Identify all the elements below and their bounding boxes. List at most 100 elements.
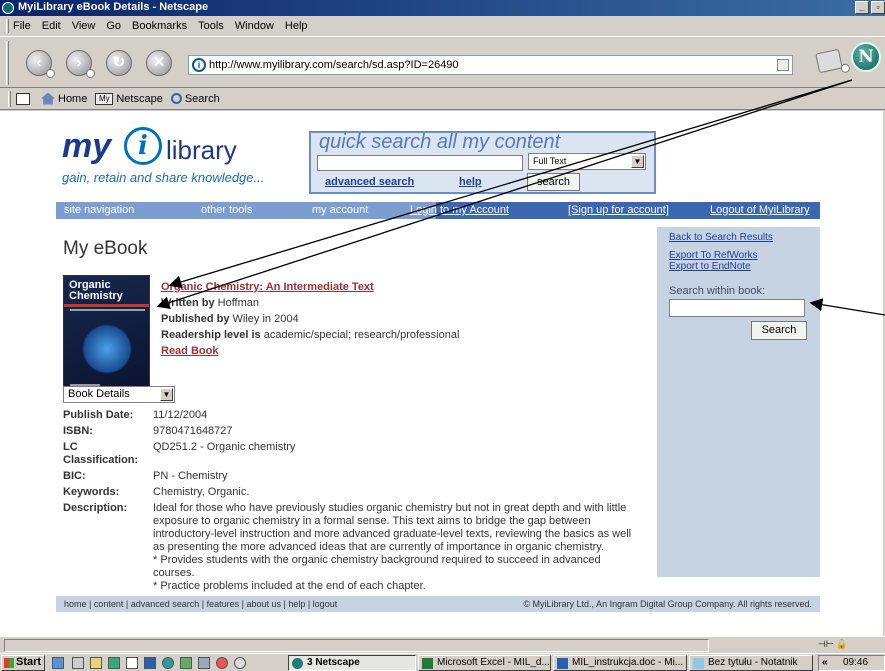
back-dropdown-icon[interactable] (46, 69, 55, 78)
quicklaunch-disk-icon[interactable] (198, 657, 210, 669)
login-link[interactable]: Login to my Account (410, 204, 509, 216)
start-button[interactable]: Start (1, 655, 45, 671)
url-dropdown-icon[interactable] (777, 59, 789, 71)
search-within-label: Search within book: (669, 285, 765, 297)
menu-window[interactable]: Window (235, 20, 274, 32)
taskbar-word-label: MIL_instrukcja.doc - Mi... (572, 657, 684, 668)
quicklaunch-desktop-icon[interactable] (72, 657, 84, 669)
other-tools-menu[interactable]: other tools (201, 204, 252, 216)
home-icon (41, 92, 55, 105)
taskbar-netscape-group[interactable]: 3 Netscape (288, 655, 416, 671)
print-dropdown-icon[interactable] (840, 62, 851, 74)
my-account-menu[interactable]: my account (312, 204, 368, 216)
new-tab-button[interactable] (16, 92, 33, 105)
description-bullet: * Provides students with the organic che… (153, 554, 601, 579)
footer-copyright: © MyiLibrary Ltd., An Ingram Digital Gro… (523, 599, 812, 609)
readership-label: Readership level is (161, 329, 261, 341)
search-within-input[interactable] (669, 299, 805, 317)
chevron-down-icon[interactable]: ▼ (160, 388, 173, 401)
toolbar-grip[interactable] (6, 41, 9, 85)
security-icon: 🔓 (836, 639, 848, 649)
help-link[interactable]: help (459, 176, 482, 188)
export-endnote-link[interactable]: Export to EndNote (669, 261, 751, 272)
quicklaunch-tool-icon[interactable] (180, 657, 192, 669)
quicklaunch-netscape-icon[interactable] (162, 657, 174, 669)
stop-button[interactable]: ✕ (146, 50, 172, 76)
forward-button[interactable]: › (66, 50, 95, 78)
forward-dropdown-icon[interactable] (86, 69, 95, 78)
right-sidebar: Back to Search Results Export To RefWork… (657, 227, 820, 577)
chevron-down-icon[interactable]: ▼ (631, 155, 644, 168)
my-netscape-icon: My (95, 92, 114, 105)
book-cover-image[interactable]: Organic Chemistry (63, 275, 150, 394)
search-scope-value: Full Text (533, 156, 567, 166)
quicklaunch-ie-icon[interactable] (52, 657, 64, 669)
netscape-app-icon (2, 2, 14, 14)
quicklaunch-media-icon[interactable] (216, 657, 228, 669)
detail-row: Publish Date: 11/12/2004 (63, 409, 633, 422)
toolbar-grip[interactable] (8, 90, 11, 107)
book-readership: academic/special; research/professional (263, 329, 460, 341)
detail-key: ISBN: (63, 425, 93, 437)
print-icon[interactable] (815, 48, 851, 74)
logo-my: my (62, 127, 112, 165)
quicklaunch-word-icon[interactable] (144, 657, 156, 669)
search-within-button[interactable]: Search (751, 321, 807, 340)
menu-edit[interactable]: Edit (42, 20, 61, 32)
quick-search-button[interactable]: search (527, 173, 580, 191)
book-info: Organic Chemistry: An Intermediate Text … (161, 279, 459, 359)
quick-search-panel: quick search all my content Full Text ▼ … (309, 131, 656, 194)
detail-value: 9780471648727 (153, 425, 233, 437)
minimize-button[interactable]: _ (855, 1, 869, 14)
detail-row: BIC: PN - Chemistry (63, 470, 633, 483)
quicklaunch-app-icon[interactable] (108, 657, 120, 669)
window-title: MyiLibrary eBook Details - Netscape (18, 1, 209, 13)
logout-link[interactable]: Logout of MyiLibrary (710, 204, 810, 216)
book-title-link[interactable]: Organic Chemistry: An Intermediate Text (161, 281, 374, 293)
signup-link[interactable]: [Sign up for account] (568, 204, 669, 216)
footer-links[interactable]: home | content | advanced search | featu… (64, 596, 337, 612)
description-bullet: * Practice problems included at the end … (153, 580, 426, 592)
menu-go[interactable]: Go (106, 20, 121, 32)
menu-help[interactable]: Help (285, 20, 308, 32)
quicklaunch-clock-icon[interactable] (234, 657, 246, 669)
maximize-button[interactable]: ▫ (871, 1, 885, 14)
netscape-logo-icon[interactable]: N (851, 42, 881, 72)
detail-value: 11/12/2004 (153, 409, 208, 421)
taskbar-excel-label: Microsoft Excel - MIL_d... (437, 657, 550, 668)
taskbar-excel[interactable]: Microsoft Excel - MIL_d... (418, 655, 551, 671)
detail-value: PN - Chemistry (153, 470, 228, 482)
site-navigation-menu[interactable]: site navigation (64, 204, 134, 216)
read-book-link[interactable]: Read Book (161, 345, 218, 357)
taskbar-word[interactable]: MIL_instrukcja.doc - Mi... (553, 655, 687, 671)
back-button[interactable]: ‹ (26, 50, 55, 78)
site-nav-bar: site navigation other tools my account L… (56, 202, 820, 219)
home-button[interactable]: Home (41, 92, 87, 105)
taskbar-notepad[interactable]: Bez tytułu - Notatnik (689, 655, 813, 671)
netscape-icon (292, 658, 303, 669)
menu-bookmarks[interactable]: Bookmarks (132, 20, 187, 32)
menu-tools[interactable]: Tools (198, 20, 224, 32)
details-view-value: Book Details (68, 388, 130, 400)
detail-row: LC Classification: QD251.2 - Organic chem… (63, 441, 633, 467)
details-view-select[interactable]: Book Details ▼ (63, 386, 175, 403)
search-scope-select[interactable]: Full Text ▼ (528, 153, 646, 170)
search-button[interactable]: Search (170, 92, 220, 105)
myilibrary-logo[interactable]: my i library gain, retain and share know… (62, 125, 292, 185)
search-label: Search (184, 92, 220, 105)
book-publisher: Wiley in 2004 (232, 313, 299, 325)
tray-expand-icon[interactable]: « (822, 656, 828, 670)
advanced-search-link[interactable]: advanced search (325, 176, 414, 188)
quick-search-input[interactable] (317, 155, 523, 171)
back-to-results-link[interactable]: Back to Search Results (669, 232, 773, 243)
menu-file[interactable]: File (13, 20, 31, 32)
clock[interactable]: 09:46 (843, 657, 868, 668)
reload-button[interactable]: ↻ (106, 50, 132, 76)
quicklaunch-mail-icon[interactable] (126, 657, 138, 669)
url-bar[interactable]: i http://www.myilibrary.com/search/sd.as… (188, 55, 793, 75)
quicklaunch-explorer-icon[interactable] (90, 657, 102, 669)
export-refworks-link[interactable]: Export To RefWorks (669, 250, 758, 261)
my-netscape-button[interactable]: My Netscape (95, 92, 163, 105)
toolbar-grip[interactable] (6, 19, 9, 33)
menu-view[interactable]: View (72, 20, 96, 32)
